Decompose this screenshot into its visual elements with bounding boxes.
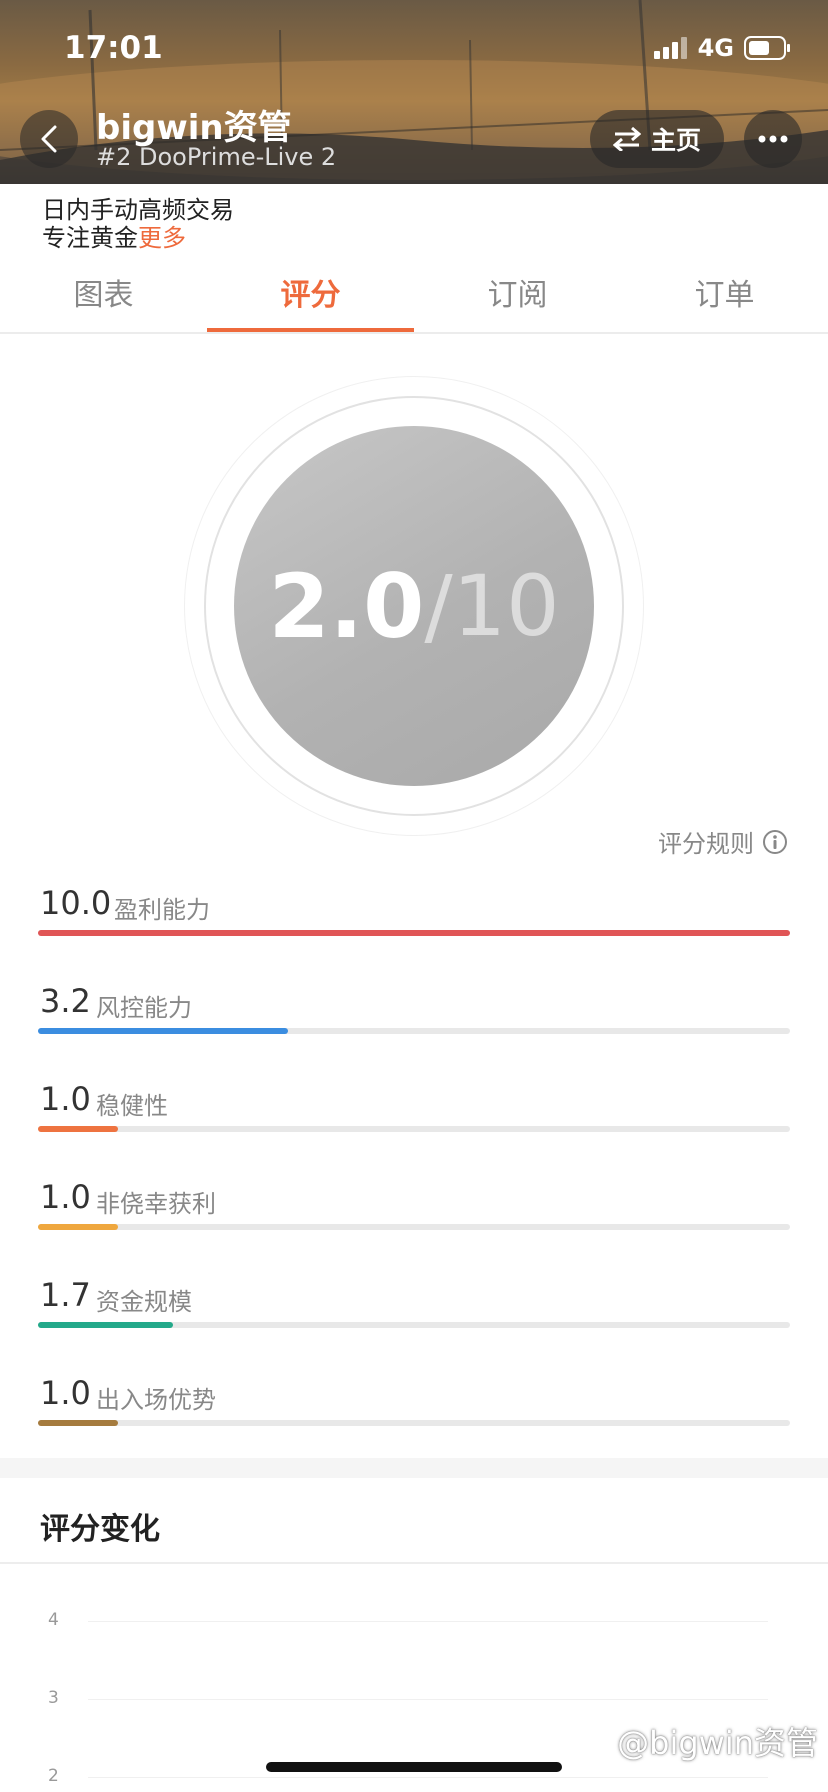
metric-value: 10.0: [40, 884, 112, 922]
status-icons: 4G: [653, 34, 792, 62]
watermark: @bigwin资管: [617, 1724, 818, 1762]
status-time: 17:01: [64, 30, 163, 66]
metric-label: 资金规模: [96, 1288, 192, 1316]
metric-value: 1.0: [40, 1178, 91, 1216]
metric-label: 盈利能力: [114, 896, 210, 924]
metric-row: 1.0 出入场优势: [38, 1374, 790, 1454]
y-tick-label: 2: [48, 1766, 59, 1786]
section-separator: [0, 1458, 828, 1478]
account-subtitle: #2 DooPrime-Live 2: [96, 143, 337, 171]
section-divider: [0, 1562, 828, 1564]
tab-chart[interactable]: 图表: [0, 270, 207, 314]
metric-track: [38, 930, 790, 936]
metric-value: 1.7: [40, 1276, 91, 1314]
home-indicator[interactable]: [266, 1762, 562, 1772]
bio-line-2-text: 专注黄金: [42, 224, 138, 252]
score-value: 2.0: [268, 554, 425, 658]
battery-icon: [744, 36, 790, 60]
score-gauge: 2.0/10: [184, 376, 644, 836]
metric-label: 风控能力: [96, 994, 192, 1022]
metric-row: 10.0 盈利能力: [38, 884, 790, 964]
tab-orders[interactable]: 订单: [621, 270, 828, 314]
home-button-label: 主页: [650, 126, 701, 155]
chevron-left-icon: [41, 125, 57, 153]
bio-line-1: 日内手动高频交易: [42, 196, 234, 224]
gridline: [88, 1621, 768, 1622]
gridline: [88, 1777, 768, 1778]
metric-value: 3.2: [40, 982, 91, 1020]
gridline: [88, 1699, 768, 1700]
metric-label: 非侥幸获利: [96, 1190, 216, 1218]
bio-line-2: 专注黄金更多: [42, 224, 234, 252]
bio-text: 日内手动高频交易 专注黄金更多: [42, 196, 234, 252]
score-disc: 2.0/10: [234, 426, 594, 786]
metric-value: 1.0: [40, 1080, 91, 1118]
score-change-title: 评分变化: [40, 1512, 160, 1547]
metric-row: 3.2 风控能力: [38, 982, 790, 1062]
tab-bar: 图表 评分 订阅 订单: [0, 262, 828, 334]
header-banner: 17:01 4G bigwin资管 #2 DooPrime-Live 2 主页: [0, 0, 828, 184]
metric-track: [38, 1322, 790, 1328]
info-icon: [763, 829, 787, 854]
metric-fill: [38, 1224, 119, 1230]
ellipsis-icon: [758, 135, 788, 143]
metric-track: [38, 1224, 790, 1230]
active-tab-indicator: [207, 328, 414, 332]
swap-icon: [612, 127, 641, 151]
network-label: 4G: [697, 34, 734, 62]
metric-track: [38, 1126, 790, 1132]
metric-track: [38, 1028, 790, 1034]
more-options-button[interactable]: [744, 110, 802, 168]
metric-label: 出入场优势: [96, 1386, 216, 1414]
metric-row: 1.0 稳健性: [38, 1080, 790, 1160]
metric-fill: [38, 1420, 119, 1426]
metric-fill: [38, 1126, 119, 1132]
back-button[interactable]: [20, 110, 78, 168]
metric-fill: [38, 1322, 174, 1328]
tab-score[interactable]: 评分: [207, 270, 414, 314]
metric-label: 稳健性: [96, 1092, 168, 1120]
metric-row: 1.7 资金规模: [38, 1276, 790, 1356]
metric-row: 1.0 非侥幸获利: [38, 1178, 790, 1258]
score-rules-link[interactable]: 评分规则: [658, 824, 788, 859]
score-max: /10: [424, 557, 560, 655]
y-tick-label: 4: [48, 1610, 59, 1630]
tab-subscribe[interactable]: 订阅: [414, 270, 621, 314]
home-button[interactable]: 主页: [590, 110, 724, 168]
bio-more-link[interactable]: 更多: [138, 224, 186, 252]
y-tick-label: 3: [48, 1688, 59, 1708]
metric-fill: [38, 1028, 289, 1034]
trader-name: bigwin资管: [96, 108, 292, 148]
metric-fill: [38, 930, 790, 936]
metric-track: [38, 1420, 790, 1426]
score-rules-label: 评分规则: [658, 830, 754, 858]
metric-value: 1.0: [40, 1374, 91, 1412]
signal-icon: [653, 37, 687, 59]
